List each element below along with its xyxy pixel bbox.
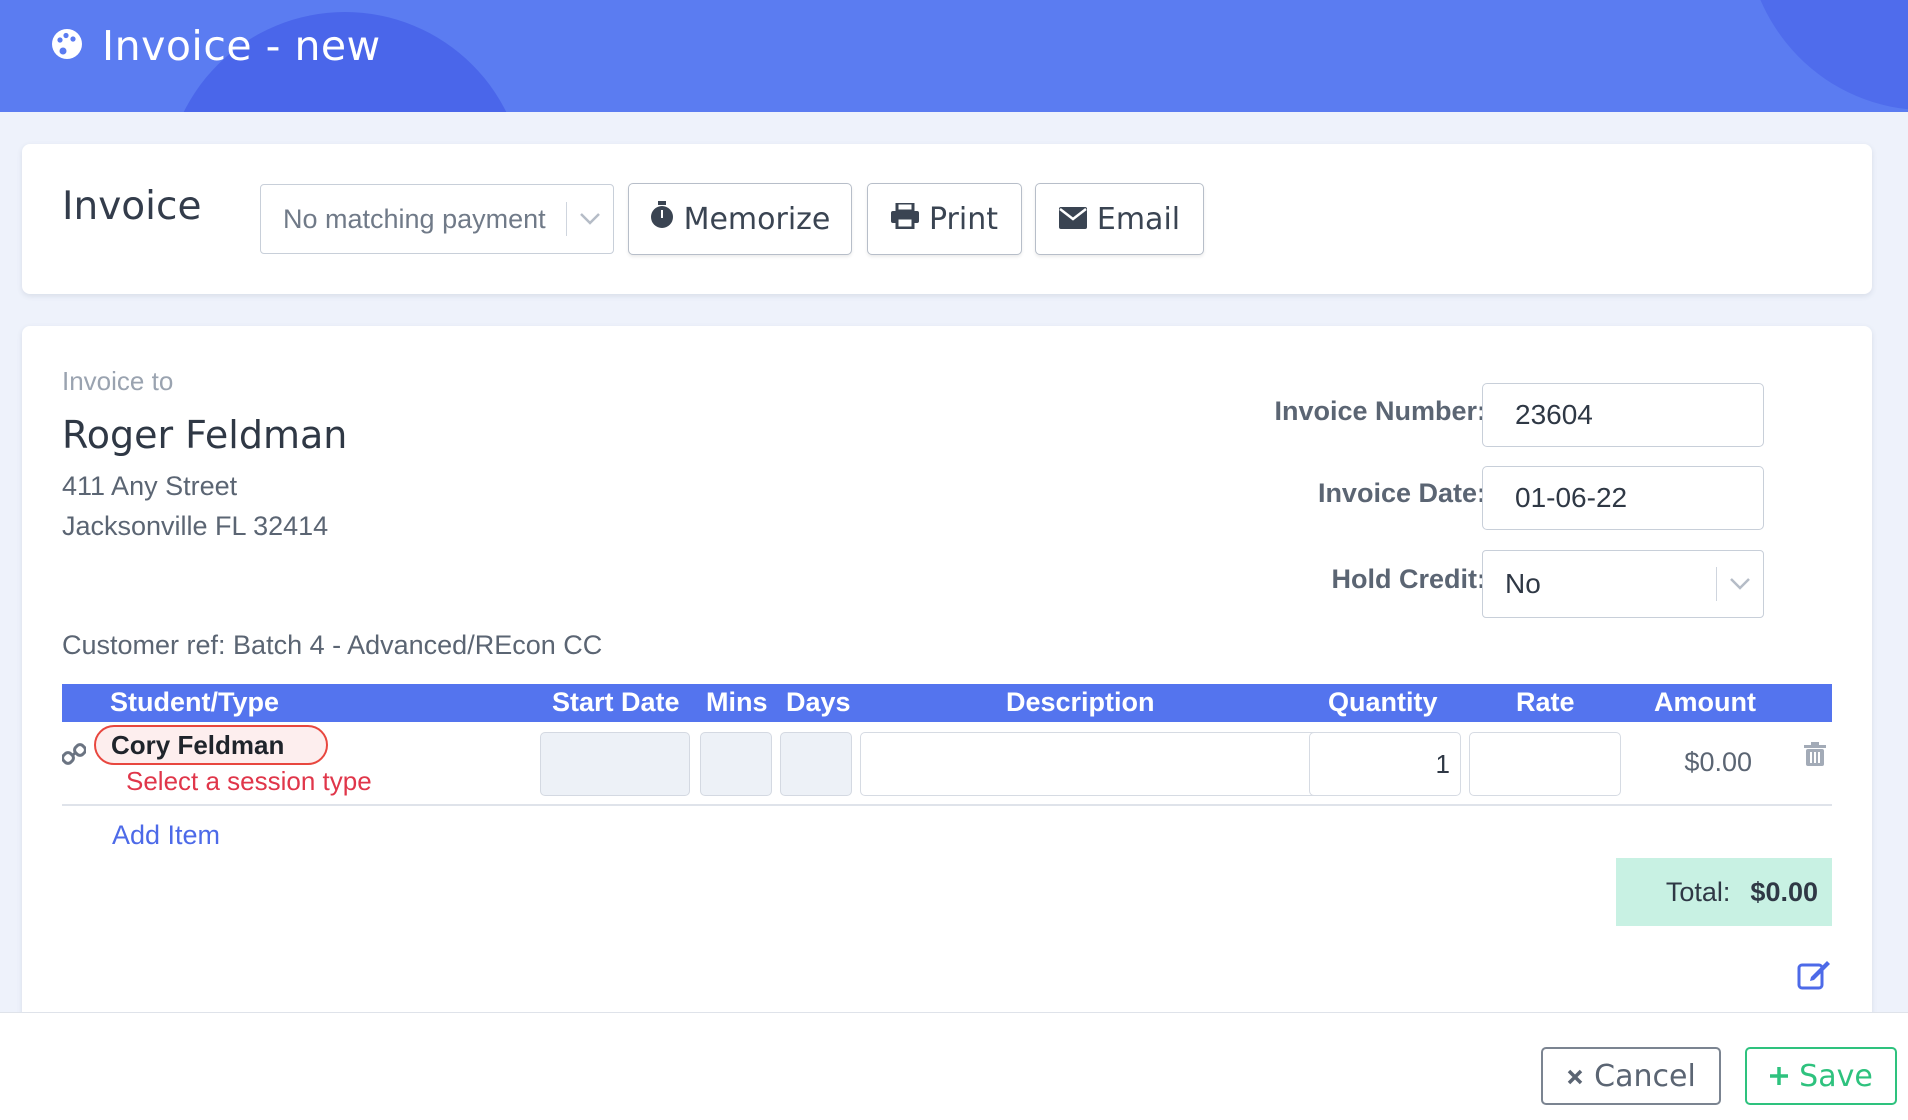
invoice-to-label: Invoice to bbox=[62, 366, 174, 396]
page-header: Invoice - new bbox=[0, 0, 1908, 112]
invoice-details-card: Invoice to Roger Feldman 411 Any Street … bbox=[22, 326, 1872, 1120]
print-label: Print bbox=[928, 201, 998, 237]
hold-credit-label: Hold Credit: bbox=[1331, 564, 1487, 594]
add-item-link[interactable]: Add Item bbox=[112, 820, 220, 851]
memorize-button[interactable]: Memorize bbox=[628, 183, 852, 255]
edit-icon[interactable] bbox=[1797, 958, 1831, 995]
save-label: Save bbox=[1799, 1058, 1873, 1094]
form-footer: Cancel Save bbox=[0, 1012, 1908, 1120]
rate-input[interactable] bbox=[1469, 732, 1621, 796]
student-tag[interactable]: Cory Feldman bbox=[94, 725, 328, 765]
hold-credit-value: No bbox=[1505, 568, 1541, 599]
col-description: Description bbox=[1006, 687, 1155, 717]
line-amount: $0.00 bbox=[1684, 747, 1752, 777]
email-button[interactable]: Email bbox=[1035, 183, 1204, 255]
session-type-error[interactable]: Select a session type bbox=[126, 766, 372, 797]
col-mins: Mins bbox=[706, 687, 768, 717]
col-rate: Rate bbox=[1516, 687, 1575, 717]
total-label: Total: bbox=[1665, 876, 1731, 907]
description-input[interactable] bbox=[860, 732, 1322, 796]
col-start-date: Start Date bbox=[552, 687, 680, 717]
payment-select[interactable]: No matching payment bbox=[260, 184, 614, 254]
cancel-button[interactable]: Cancel bbox=[1541, 1047, 1721, 1105]
col-amount: Amount bbox=[1654, 687, 1756, 717]
page-title: Invoice - new bbox=[102, 22, 381, 70]
envelope-icon bbox=[1058, 202, 1087, 237]
col-student-type: Student/Type bbox=[110, 687, 280, 717]
close-icon bbox=[1566, 1059, 1584, 1094]
header-decoration-corner bbox=[1745, 0, 1908, 110]
address-line-2: Jacksonville FL 32414 bbox=[62, 511, 329, 541]
payment-select-value: No matching payment bbox=[283, 203, 546, 234]
col-quantity: Quantity bbox=[1328, 687, 1438, 717]
total-value: $0.00 bbox=[1750, 876, 1818, 907]
start-date-input[interactable] bbox=[540, 732, 690, 796]
save-button[interactable]: Save bbox=[1745, 1047, 1897, 1105]
chevron-down-icon[interactable] bbox=[1717, 577, 1763, 591]
invoice-date-label: Invoice Date: bbox=[1317, 478, 1486, 508]
stopwatch-icon bbox=[650, 201, 674, 237]
address-line-1: 411 Any Street bbox=[62, 471, 238, 501]
cancel-label: Cancel bbox=[1594, 1058, 1696, 1094]
printer-icon bbox=[890, 201, 919, 237]
invoice-number-field[interactable]: 23604 bbox=[1482, 383, 1764, 447]
chevron-down-icon[interactable] bbox=[567, 212, 613, 226]
hold-credit-select[interactable]: No bbox=[1482, 550, 1764, 618]
toolbar-heading: Invoice bbox=[62, 184, 202, 229]
memorize-label: Memorize bbox=[683, 201, 831, 237]
invoice-date-field[interactable]: 01-06-22 bbox=[1482, 466, 1764, 530]
header-title-group: Invoice - new bbox=[50, 22, 381, 70]
print-button[interactable]: Print bbox=[867, 183, 1022, 255]
invoice-toolbar-card: Invoice No matching payment Memorize Pri… bbox=[22, 144, 1872, 294]
customer-name: Roger Feldman bbox=[62, 413, 348, 457]
email-label: Email bbox=[1096, 201, 1181, 237]
palette-icon bbox=[50, 27, 84, 66]
mins-input[interactable] bbox=[700, 732, 772, 796]
invoice-number-label: Invoice Number: bbox=[1274, 396, 1486, 426]
quantity-input[interactable]: 1 bbox=[1309, 732, 1461, 796]
plus-icon bbox=[1769, 1059, 1789, 1094]
link-icon[interactable] bbox=[61, 742, 87, 771]
days-input[interactable] bbox=[780, 732, 852, 796]
customer-ref: Customer ref: Batch 4 - Advanced/REcon C… bbox=[62, 630, 603, 660]
invoice-total: Total: $0.00 bbox=[1616, 858, 1832, 926]
trash-icon[interactable] bbox=[1804, 742, 1826, 771]
row-divider bbox=[62, 804, 1832, 806]
line-items-header: Student/Type Start Date Mins Days Descri… bbox=[62, 684, 1832, 722]
col-days: Days bbox=[786, 687, 851, 717]
